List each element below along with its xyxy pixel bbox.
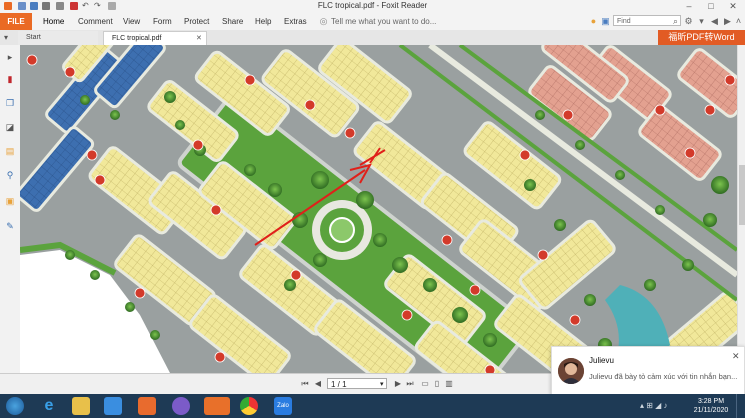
last-page-icon[interactable]: ⏭	[405, 379, 415, 389]
minimize-button[interactable]: –	[678, 0, 700, 13]
file-tab[interactable]: FILE	[0, 13, 32, 30]
avatar	[558, 358, 584, 384]
previous-page-icon[interactable]: ◀	[313, 379, 323, 389]
tabs-menu-icon[interactable]: ▾	[4, 33, 8, 42]
media-player-icon[interactable]	[104, 397, 122, 415]
print-icon[interactable]	[42, 2, 50, 10]
first-page-icon[interactable]: ⏮	[300, 379, 310, 389]
system-tray-icons[interactable]: ▴ ⊞ ◢ ♪	[640, 401, 668, 410]
back-icon[interactable]: ◀	[709, 16, 720, 27]
tab-label: FLC tropical.pdf	[112, 35, 162, 42]
tab-extras[interactable]: Extras	[284, 13, 307, 30]
tab-form[interactable]: Form	[153, 13, 172, 30]
close-icon[interactable]: ✕	[732, 351, 740, 362]
search-icon[interactable]: ⌕	[670, 16, 681, 27]
save-icon[interactable]	[30, 2, 38, 10]
tab-comment[interactable]: Comment	[78, 13, 113, 30]
clock-date: 21/11/2020	[693, 407, 729, 414]
site-plan-map	[20, 45, 737, 373]
internet-explorer-icon[interactable]: e	[40, 397, 58, 415]
open-icon[interactable]	[18, 2, 26, 10]
single-page-icon[interactable]: ▭	[420, 379, 430, 389]
ribbon-tabs: FILE Home Comment View Form Protect Shar…	[0, 13, 745, 31]
chat-notification[interactable]: Julievu Julievu đã bày tỏ cảm xúc với ti…	[551, 346, 745, 395]
tell-me-box[interactable]: Tell me what you want to do...	[331, 13, 436, 30]
tab-view[interactable]: View	[123, 13, 140, 30]
page-number-field[interactable]: 1 / 1 ▾	[327, 378, 387, 389]
forward-icon[interactable]: ▶	[722, 16, 733, 27]
sun-icon[interactable]: ●	[588, 16, 599, 27]
foxit-logo-icon	[4, 2, 12, 10]
page-dropdown-icon[interactable]: ▾	[380, 379, 384, 390]
app-icon[interactable]	[138, 397, 156, 415]
layers-icon[interactable]: ◪	[4, 121, 16, 133]
next-page-icon[interactable]: ▶	[393, 379, 403, 389]
lightbulb-icon: ◎	[319, 16, 328, 26]
zalo-label: Zalo	[277, 403, 289, 409]
clock[interactable]: 3:28 PM 21/11/2020	[690, 397, 732, 415]
facing-page-icon[interactable]: ▥	[444, 379, 454, 389]
hand-icon[interactable]	[108, 2, 116, 10]
document-tab-strip: ▾ Start FLC tropical.pdf ✕ 福昕PDF转Word	[0, 30, 745, 46]
start-button-icon[interactable]	[6, 397, 24, 415]
notification-sender: Julievu	[589, 356, 614, 365]
tab-start[interactable]: Start	[18, 31, 98, 45]
bookmark-icon[interactable]: ▮	[4, 73, 16, 85]
pdf-to-word-button[interactable]: 福昕PDF转Word	[658, 30, 745, 45]
show-desktop-button[interactable]	[736, 394, 745, 418]
maximize-button[interactable]: □	[700, 0, 722, 13]
continuous-page-icon[interactable]: ▯	[432, 379, 442, 389]
undo-icon[interactable]: ↶	[82, 2, 90, 10]
tab-protect[interactable]: Protect	[184, 13, 209, 30]
taskbar: e Zalo ▴ ⊞ ◢ ♪ 3:28 PM 21/11/2020	[0, 394, 745, 418]
signature-icon[interactable]: ✎	[4, 220, 16, 232]
tab-flc-tropical[interactable]: FLC tropical.pdf ✕	[103, 31, 207, 45]
zalo-icon[interactable]: Zalo	[274, 397, 292, 415]
close-button[interactable]: ✕	[722, 0, 744, 13]
viber-icon[interactable]	[172, 397, 190, 415]
pages-icon[interactable]: ❐	[4, 97, 16, 109]
chrome-icon[interactable]	[240, 397, 258, 415]
close-tab-icon[interactable]: ✕	[196, 32, 202, 46]
title-bar: FLC tropical.pdf - Foxit Reader ↶ ↷ – □ …	[0, 0, 745, 13]
tab-help[interactable]: Help	[255, 13, 271, 30]
collapse-ribbon-icon[interactable]: ˄	[733, 16, 744, 27]
settings-icon[interactable]: ⚙	[683, 16, 694, 27]
chevron-down-icon[interactable]: ▾	[696, 16, 707, 27]
comments-icon[interactable]: ▤	[4, 145, 16, 157]
vertical-scrollbar[interactable]	[737, 45, 745, 373]
file-explorer-icon[interactable]	[72, 397, 90, 415]
scrollbar-thumb[interactable]	[739, 165, 745, 225]
foxit-reader-taskbar-icon[interactable]	[204, 397, 230, 415]
chat-icon[interactable]: ▣	[600, 16, 611, 27]
avatar-photo-icon	[558, 358, 584, 384]
security-icon[interactable]: ▣	[4, 195, 16, 207]
clock-time: 3:28 PM	[697, 398, 725, 405]
redo-icon[interactable]: ↷	[94, 2, 102, 10]
notification-message: Julievu đã bày tỏ cảm xúc với tin nhắn b…	[589, 372, 738, 381]
panel-toggle-icon[interactable]: ▸	[4, 51, 16, 63]
pdf-icon[interactable]	[70, 2, 78, 10]
new-icon[interactable]	[56, 2, 64, 10]
attachments-icon[interactable]: ⚲	[4, 169, 16, 181]
tab-share[interactable]: Share	[222, 13, 243, 30]
page-number-value: 1 / 1	[331, 380, 347, 389]
tab-home[interactable]: Home	[43, 13, 64, 30]
left-navigation-panel: ▸ ▮ ❐ ◪ ▤ ⚲ ▣ ✎	[0, 45, 21, 373]
document-page[interactable]	[20, 45, 737, 373]
